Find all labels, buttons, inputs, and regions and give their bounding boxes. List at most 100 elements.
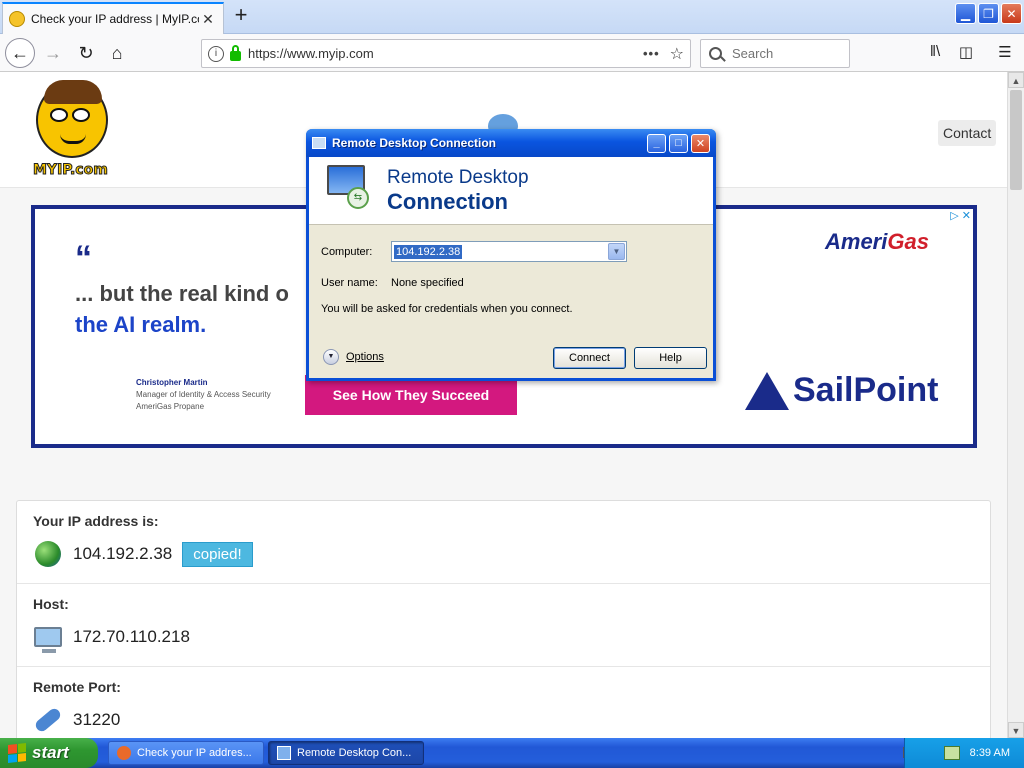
plug-icon [33,705,63,735]
ip-address-row: Your IP address is: 104.192.2.38 copied! [17,501,990,584]
mascot-mouth [60,134,86,144]
tab-myip[interactable]: Check your IP address | MyIP.com ✕ [2,2,224,34]
start-button[interactable]: start [0,738,98,768]
myip-mascot-logo-icon[interactable] [36,80,108,158]
remote-desktop-icon: ⇆ [327,165,371,209]
computer-label: Computer: [321,245,373,258]
secure-lock-icon [230,44,241,61]
myip-favicon-icon [9,11,25,27]
start-label: start [32,743,69,762]
site-info-icon[interactable]: i [208,45,224,62]
bookmark-star-icon[interactable]: ☆ [670,44,684,64]
page-actions-icon[interactable]: ••• [643,46,660,61]
credentials-note-text: You will be asked for credentials when y… [321,303,573,315]
ip-address-label: Your IP address is: [33,513,159,529]
sailpoint-triangle-icon [745,371,789,410]
vertical-scrollbar[interactable]: ▲ ▼ [1007,72,1024,738]
tab-close-icon[interactable]: ✕ [199,11,217,28]
rdp-close-button[interactable]: ✕ [691,133,710,153]
search-icon [709,47,722,60]
rdp-banner-line2: Connection [387,189,508,214]
scrollbar-thumb[interactable] [1010,90,1022,190]
network-icon[interactable] [943,746,960,760]
computer-value[interactable]: 104.192.2.38 [394,244,463,259]
scroll-up-icon[interactable]: ▲ [1008,72,1024,88]
host-row: Host: 172.70.110.218 [17,584,990,667]
options-label[interactable]: Options [346,351,384,363]
back-arrow-icon: ← [11,42,29,63]
forward-button[interactable]: → [39,39,67,67]
url-bar[interactable]: i https://www.myip.com ••• ☆ [201,39,691,68]
clock[interactable]: 8:39 AM [970,747,1010,759]
rdp-title-icon [312,137,326,149]
url-text[interactable]: https://www.myip.com [248,46,643,61]
rdp-dialog: Remote Desktop Connection _ □ ✕ ⇆ Remote… [306,129,716,381]
credentials-note: You will be asked for credentials when y… [321,303,573,315]
ad-person-company: AmeriGas Propane [136,402,205,411]
chevron-down-icon[interactable]: ▼ [608,243,625,260]
menu-icon[interactable]: ☰ [994,43,1016,63]
rdp-banner: ⇆ Remote Desktop Connection [309,157,713,225]
browser-nav-bar: ← → ↻ ⌂ i https://www.myip.com ••• ☆ Sea… [0,34,1024,72]
taskbar-item-rdp[interactable]: Remote Desktop Con... [268,741,424,765]
help-button[interactable]: Help [634,347,707,369]
reload-icon: ↻ [78,42,94,63]
rdp-title: Remote Desktop Connection [332,136,497,150]
home-button[interactable]: ⌂ [103,39,131,67]
ip-address-value[interactable]: 104.192.2.38 [73,544,172,564]
mascot-glasses [50,108,96,124]
amerigas-logo-part2: Gas [887,229,929,254]
ad-cta-button[interactable]: See How They Succeed [305,375,517,415]
options-toggle[interactable]: ▼ Options [323,349,384,365]
contact-link[interactable]: Contact [938,120,997,146]
mascot-hair [44,80,102,104]
scroll-down-icon[interactable]: ▼ [1008,722,1024,738]
amerigas-logo-part1: Ameri [825,229,888,254]
new-tab-button[interactable]: + [228,2,254,30]
sidebar-icon[interactable]: ◫ [955,43,977,63]
ad-headline-line2: the AI realm. [75,312,207,337]
restore-button[interactable]: ❐ [978,3,999,24]
minimize-button[interactable]: ▁ [955,3,976,24]
ad-headline-line1: ... but the real kind o [75,281,289,306]
host-value[interactable]: 172.70.110.218 [73,627,190,647]
rdp-maximize-button[interactable]: □ [669,133,688,153]
expand-options-icon[interactable]: ▼ [323,349,339,365]
search-input[interactable]: Search [700,39,850,68]
system-tray: 8:39 AM [904,738,1024,768]
remote-port-row: Remote Port: 31220 [17,667,990,738]
computer-icon [33,622,63,653]
ad-person-name: Christopher Martin [136,378,208,387]
computer-row: Computer: 104.192.2.38 ▼ [321,241,627,262]
tab-title: Check your IP address | MyIP.com [31,12,199,26]
taskbar: start Check your IP addres... Remote Des… [0,738,1024,768]
computer-combobox[interactable]: 104.192.2.38 ▼ [391,241,627,262]
taskbar-item-label: Check your IP addres... [137,747,252,759]
taskbar-item-firefox[interactable]: Check your IP addres... [108,741,264,765]
rdp-minimize-button[interactable]: _ [647,133,666,153]
window-controls: ▁ ❐ ✕ [955,3,1022,24]
library-icon[interactable]: ‖\ [924,43,946,63]
forward-arrow-icon: → [44,42,62,63]
logo-text[interactable]: MYIP.com [33,162,109,179]
username-label: User name: [321,277,378,289]
adchoices-icon[interactable]: ▷ ✕ [950,209,971,222]
ad-person-credit: Christopher Martin Manager of Identity &… [136,377,271,413]
taskbar-item-label: Remote Desktop Con... [297,747,412,759]
reload-button[interactable]: ↻ [72,39,100,67]
sailpoint-logo: SailPoint [745,371,938,410]
remote-port-value[interactable]: 31220 [73,710,120,730]
back-button[interactable]: ← [5,38,35,68]
amerigas-logo: AmeriGas [825,229,929,255]
browser-tab-bar: Check your IP address | MyIP.com ✕ + ▁ ❐… [0,0,1024,34]
remote-desktop-icon [277,746,291,760]
globe-icon [33,539,63,569]
copied-badge: copied! [182,541,253,567]
rdp-titlebar[interactable]: Remote Desktop Connection _ □ ✕ [306,129,716,157]
rdp-banner-line1: Remote Desktop [387,167,529,188]
connect-button[interactable]: Connect [553,347,626,369]
windows-logo-icon [8,743,26,763]
sailpoint-logo-text: SailPoint [793,371,939,409]
home-icon: ⌂ [111,42,123,63]
close-window-button[interactable]: ✕ [1001,3,1022,24]
